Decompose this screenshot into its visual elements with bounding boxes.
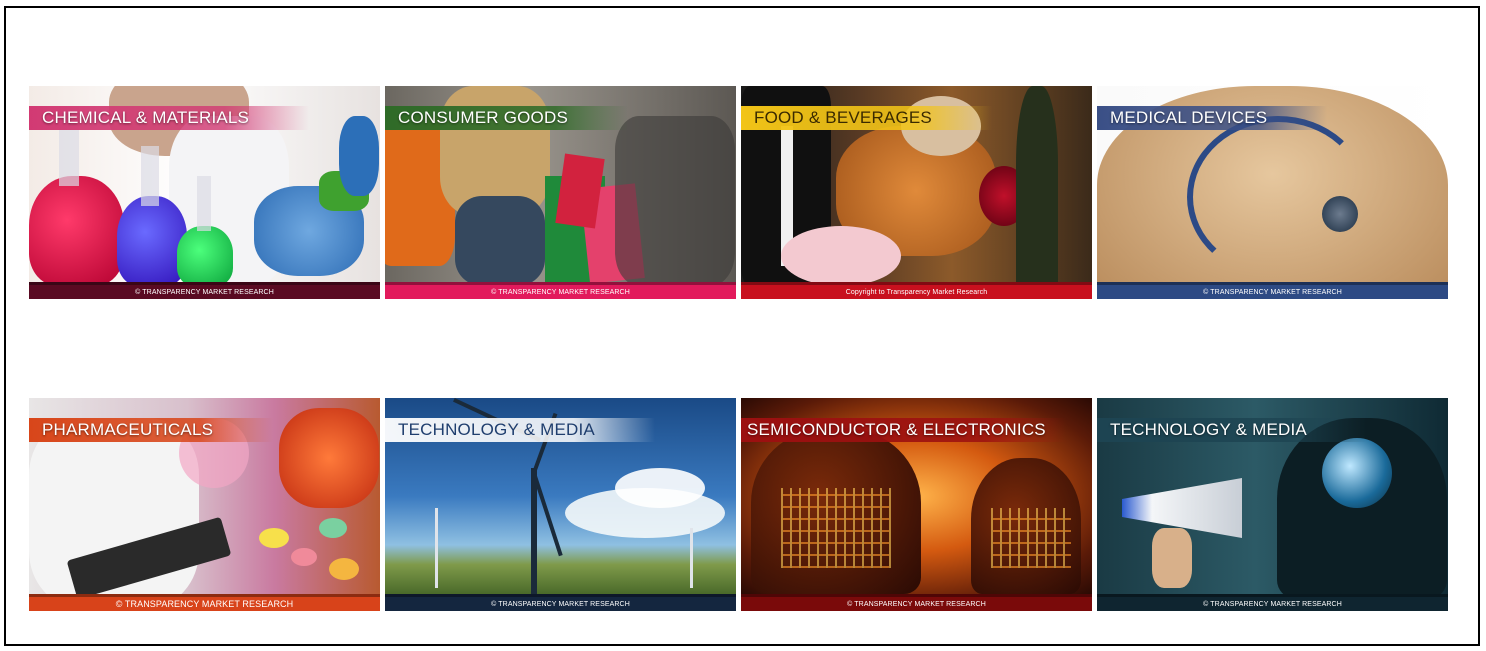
tile-title: MEDICAL DEVICES (1097, 106, 1328, 130)
tile-footer: © TRANSPARENCY MARKET RESEARCH (385, 282, 736, 299)
tile-title: TECHNOLOGY & MEDIA (1097, 418, 1367, 442)
category-tile-semiconductor-electronics[interactable]: SEMICONDUCTOR & ELECTRONICS © TRANSPAREN… (741, 398, 1092, 611)
tile-footer: © TRANSPARENCY MARKET RESEARCH (1097, 594, 1448, 611)
tile-footer: © TRANSPARENCY MARKET RESEARCH (385, 594, 736, 611)
tile-title: CONSUMER GOODS (385, 106, 628, 130)
category-tile-technology-media-2[interactable]: TECHNOLOGY & MEDIA © TRANSPARENCY MARKET… (1097, 398, 1448, 611)
tile-footer: © TRANSPARENCY MARKET RESEARCH (741, 594, 1092, 611)
tile-footer: © TRANSPARENCY MARKET RESEARCH (1097, 282, 1448, 299)
tile-title: TECHNOLOGY & MEDIA (385, 418, 655, 442)
category-tile-chemical-materials[interactable]: CHEMICAL & MATERIALS © TRANSPARENCY MARK… (29, 86, 380, 299)
category-tile-consumer-goods[interactable]: CONSUMER GOODS © TRANSPARENCY MARKET RES… (385, 86, 736, 299)
tile-title: CHEMICAL & MATERIALS (29, 106, 310, 130)
tile-footer: Copyright to Transparency Market Researc… (741, 282, 1092, 299)
category-tile-food-beverages[interactable]: FOOD & BEVERAGES Copyright to Transparen… (741, 86, 1092, 299)
tile-footer: © TRANSPARENCY MARKET RESEARCH (29, 282, 380, 299)
category-tile-technology-media-1[interactable]: TECHNOLOGY & MEDIA © TRANSPARENCY MARKET… (385, 398, 736, 611)
tile-title: PHARMACEUTICALS (29, 418, 274, 442)
tile-title: FOOD & BEVERAGES (741, 106, 992, 130)
category-tile-medical-devices[interactable]: MEDICAL DEVICES © TRANSPARENCY MARKET RE… (1097, 86, 1448, 299)
category-tile-pharmaceuticals[interactable]: PHARMACEUTICALS © TRANSPARENCY MARKET RE… (29, 398, 380, 611)
tile-footer: © TRANSPARENCY MARKET RESEARCH (29, 594, 380, 611)
tile-title: SEMICONDUCTOR & ELECTRONICS (741, 418, 1066, 442)
